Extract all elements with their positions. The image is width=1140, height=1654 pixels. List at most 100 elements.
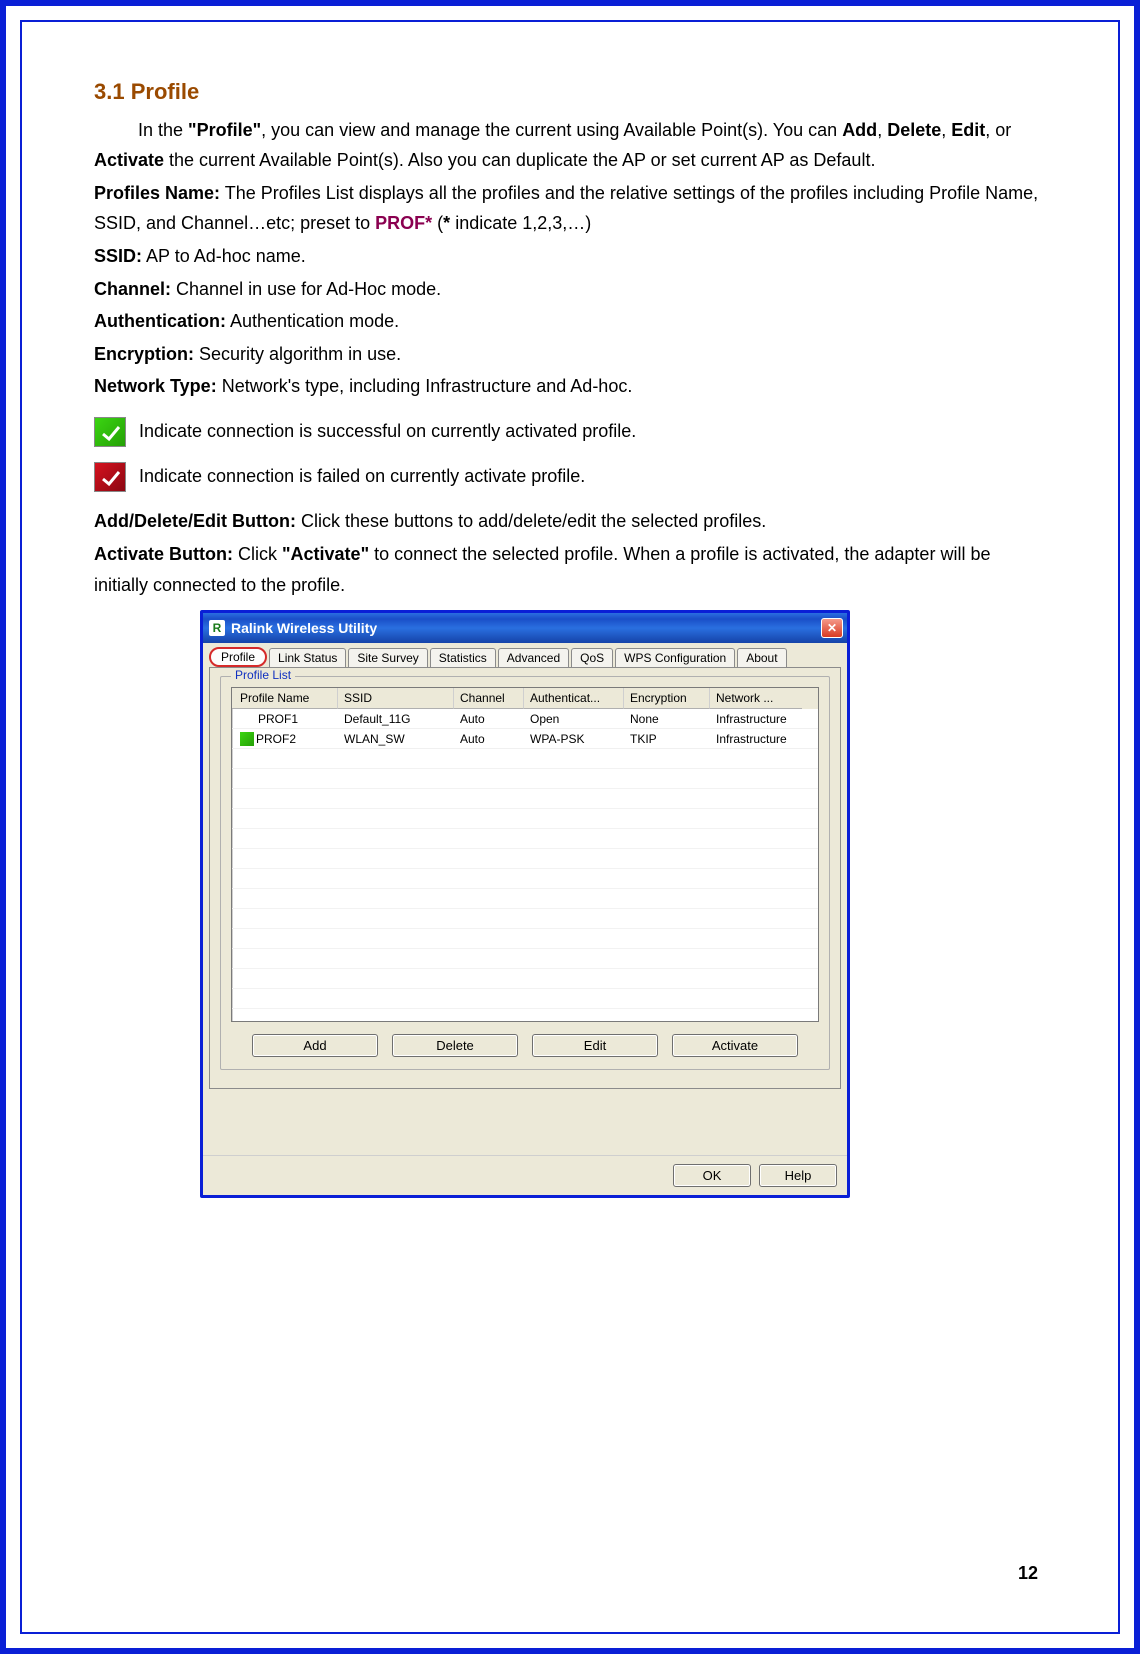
text: Network's type, including Infrastructure… [217,376,633,396]
cell-auth: WPA-PSK [524,732,624,746]
close-icon[interactable]: ✕ [821,618,843,638]
text: AP to Ad-hoc name. [142,246,306,266]
cell-net: Infrastructure [710,712,802,726]
text: ( [432,213,443,233]
text: Indicate connection is failed on current… [134,466,585,486]
app-icon: R [209,620,225,636]
tab-qos[interactable]: QoS [571,648,613,667]
connected-icon [94,417,126,447]
label: Activate Button: [94,544,233,564]
profiles-name-line: Profiles Name: The Profiles List display… [94,178,1046,239]
text: PROF2 [256,732,296,746]
col-encryption[interactable]: Encryption [624,688,710,709]
label: Profiles Name: [94,183,220,203]
ralink-window: R Ralink Wireless Utility ✕ Profile Link… [200,610,850,1198]
failed-icon [94,462,126,492]
section-title: Profile [131,79,199,104]
cell-channel: Auto [454,712,524,726]
encryption-line: Encryption: Security algorithm in use. [94,339,1046,370]
text: Click [233,544,282,564]
delete-button[interactable]: Delete [392,1034,518,1057]
edit-button[interactable]: Edit [532,1034,658,1057]
text-bold: Edit [951,120,985,140]
cell-auth: Open [524,712,624,726]
col-profile-name[interactable]: Profile Name [232,688,338,709]
listview-rows: PROF1 Default_11G Auto Open None Infrast… [232,709,818,1021]
text: , or [985,120,1011,140]
tab-statistics[interactable]: Statistics [430,648,496,667]
channel-line: Channel: Channel in use for Ad-Hoc mode. [94,274,1046,305]
cell-ssid: Default_11G [338,712,454,726]
intro-paragraph: In the "Profile", you can view and manag… [94,115,1046,176]
cell-profile: PROF1 [232,712,338,726]
cell-enc: None [624,712,710,726]
titlebar[interactable]: R Ralink Wireless Utility ✕ [203,613,847,643]
text: Click these buttons to add/delete/edit t… [296,511,766,531]
dialog-footer: OK Help [203,1155,847,1195]
label: Channel: [94,279,171,299]
empty-row [232,929,818,949]
ok-button[interactable]: OK [673,1164,751,1187]
page-number: 12 [1018,1563,1038,1584]
window-title: Ralink Wireless Utility [231,620,377,636]
col-network[interactable]: Network ... [710,688,802,709]
tab-wps[interactable]: WPS Configuration [615,648,735,667]
cell-ssid: WLAN_SW [338,732,454,746]
tab-about[interactable]: About [737,648,786,667]
table-row[interactable]: PROF2 WLAN_SW Auto WPA-PSK TKIP Infrastr… [232,729,818,749]
tab-strip: Profile Link Status Site Survey Statisti… [203,643,847,667]
window-spacer [203,1095,847,1155]
add-button[interactable]: Add [252,1034,378,1057]
text-bold: Activate [94,150,164,170]
help-button[interactable]: Help [759,1164,837,1187]
label: Authentication: [94,311,226,331]
text: the current Available Point(s). Also you… [164,150,875,170]
listview-header[interactable]: Profile Name SSID Channel Authenticat...… [232,688,818,709]
screenshot-wrapper: R Ralink Wireless Utility ✕ Profile Link… [94,610,1046,1198]
col-channel[interactable]: Channel [454,688,524,709]
cell-net: Infrastructure [710,732,802,746]
tab-profile[interactable]: Profile [209,647,267,667]
label: Add/Delete/Edit Button: [94,511,296,531]
empty-row [232,809,818,829]
profile-listview[interactable]: Profile Name SSID Channel Authenticat...… [231,687,819,1022]
empty-row [232,909,818,929]
label: Network Type: [94,376,217,396]
empty-row [232,969,818,989]
empty-row [232,769,818,789]
activate-button-line: Activate Button: Click "Activate" to con… [94,539,1046,600]
section-heading: 3.1 Profile [94,78,1046,107]
label: SSID: [94,246,142,266]
indicator-red-line: Indicate connection is failed on current… [94,461,1046,492]
text: Authentication mode. [226,311,399,331]
text-bold: Delete [887,120,941,140]
text: indicate 1,2,3,…) [450,213,591,233]
indicator-green-line: Indicate connection is successful on cur… [94,416,1046,447]
page-inner-border: 3.1 Profile In the "Profile", you can vi… [20,20,1120,1634]
tab-advanced[interactable]: Advanced [498,648,569,667]
prof-word: PROF* [375,213,432,233]
text-bold: "Profile" [188,120,261,140]
text: Security algorithm in use. [194,344,401,364]
activate-button[interactable]: Activate [672,1034,798,1057]
empty-row [232,889,818,909]
empty-row [232,749,818,769]
empty-row [232,949,818,969]
section-number: 3.1 [94,79,125,104]
tab-body: Profile List Profile Name SSID Channel A… [209,667,841,1089]
button-row: Add Delete Edit Activate [231,1034,819,1057]
text: , you can view and manage the current us… [261,120,842,140]
text: Indicate connection is successful on cur… [134,421,636,441]
empty-row [232,829,818,849]
table-row[interactable]: PROF1 Default_11G Auto Open None Infrast… [232,709,818,729]
tab-site-survey[interactable]: Site Survey [348,648,427,667]
auth-line: Authentication: Authentication mode. [94,306,1046,337]
add-delete-edit-line: Add/Delete/Edit Button: Click these butt… [94,506,1046,537]
col-ssid[interactable]: SSID [338,688,454,709]
text: , [877,120,887,140]
tab-link-status[interactable]: Link Status [269,648,346,667]
cell-enc: TKIP [624,732,710,746]
empty-row [232,989,818,1009]
col-auth[interactable]: Authenticat... [524,688,624,709]
text-bold: "Activate" [282,544,369,564]
